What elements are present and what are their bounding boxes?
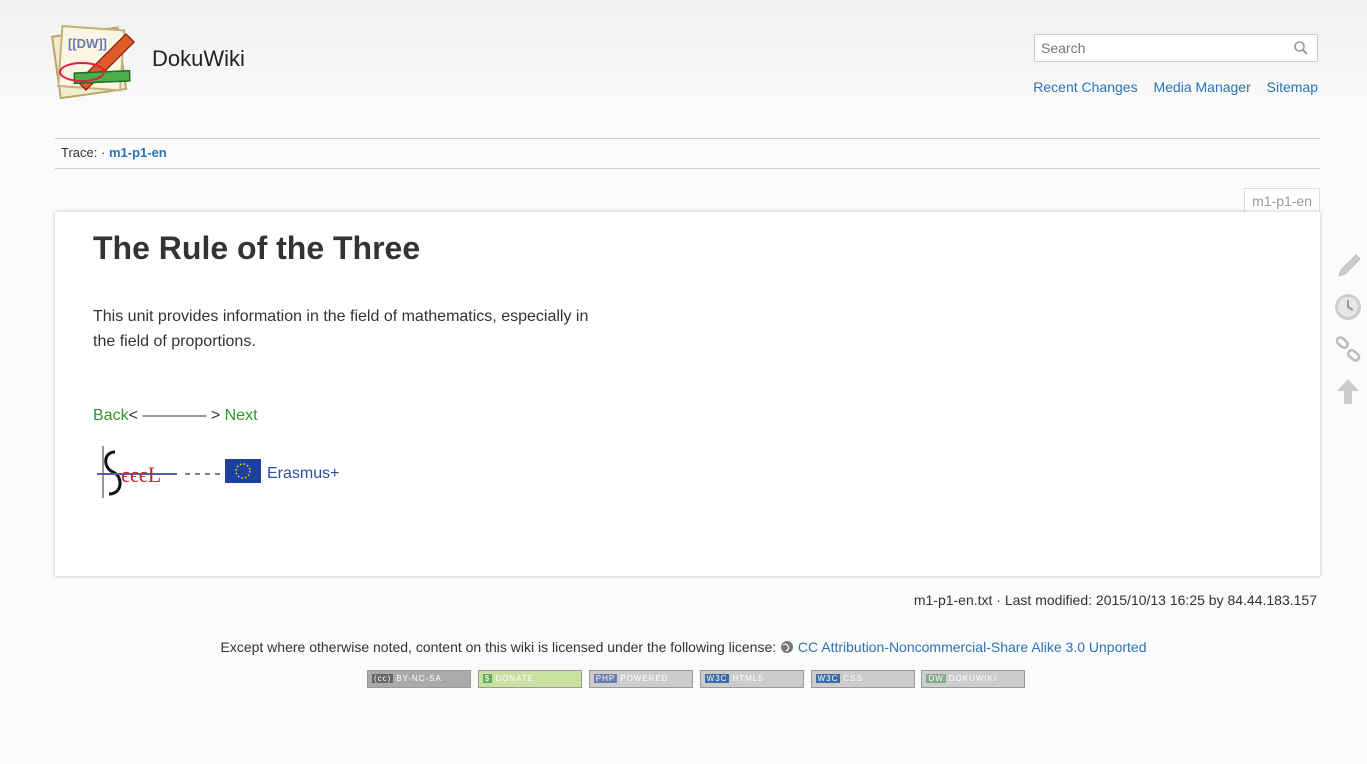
donate-badge[interactable]: $ DONATE <box>477 670 582 688</box>
breadcrumb-current-link[interactable]: m1-p1-en <box>109 145 167 160</box>
erasmus-label: Erasmus+ <box>267 465 340 482</box>
license-notice: Except where otherwise noted, content on… <box>0 639 1367 655</box>
back-link[interactable]: Back <box>93 407 129 424</box>
breadcrumb: Trace: · m1-p1-en <box>61 145 167 160</box>
svg-text:[[DW]]: [[DW]] <box>68 36 107 51</box>
nav-separator: < ———— > <box>128 407 225 424</box>
media-manager-link[interactable]: Media Manager <box>1153 79 1250 95</box>
search-box[interactable] <box>1034 34 1318 62</box>
top-links: Recent Changes Media Manager Sitemap <box>1021 79 1318 95</box>
sitemap-link[interactable]: Sitemap <box>1267 79 1318 95</box>
edit-pencil-icon[interactable] <box>1333 250 1363 280</box>
page-navigation: Back< ———— > Next <box>93 407 258 425</box>
breadcrumb-separator: · <box>100 145 106 160</box>
cc-license-badge[interactable]: (cc) BY-NC-SA <box>367 670 471 688</box>
divider <box>55 168 1320 169</box>
divider <box>55 138 1320 139</box>
license-text: Except where otherwise noted, content on… <box>220 639 777 655</box>
svg-text:ϵϵϵL: ϵϵϵL <box>121 462 161 487</box>
dokuwiki-badge[interactable]: DW DOKUWIKI <box>921 670 1026 688</box>
license-link[interactable]: CC Attribution-Noncommercial-Share Alike… <box>798 639 1147 655</box>
page-content: The Rule of the Three This unit provides… <box>55 212 1320 576</box>
page-tools <box>1333 250 1367 418</box>
footer-badges: (cc) BY-NC-SA $ DONATE PHP POWERED W3C HTML5… <box>367 670 1028 688</box>
doc-info: m1-p1-en.txt · Last modified: 2015/10/13… <box>913 592 1317 608</box>
w3c-html5-badge[interactable]: W3C HTML5 <box>699 670 804 688</box>
next-link[interactable]: Next <box>225 407 258 424</box>
recent-changes-link[interactable]: Recent Changes <box>1033 79 1137 95</box>
dokuwiki-logo-icon[interactable]: [[DW]] <box>48 22 140 100</box>
w3c-css-badge[interactable]: W3C CSS <box>810 670 915 688</box>
partner-logos: ϵϵϵL Erasmus+ <box>93 444 393 500</box>
page-intro: This unit provides information in the fi… <box>93 308 589 350</box>
page-id-tab: m1-p1-en <box>1244 188 1320 213</box>
globe-icon <box>780 639 798 655</box>
search-input[interactable] <box>1035 35 1287 61</box>
backlinks-chain-icon[interactable] <box>1333 334 1363 364</box>
php-powered-badge[interactable]: PHP POWERED <box>588 670 693 688</box>
search-icon[interactable] <box>1293 40 1309 56</box>
page-title: The Rule of the Three <box>93 230 421 266</box>
eu-flag-icon <box>225 459 261 483</box>
back-to-top-arrow-icon[interactable] <box>1333 376 1363 406</box>
history-clock-icon[interactable] <box>1333 292 1363 322</box>
site-title[interactable]: DokuWiki <box>152 46 245 72</box>
breadcrumb-label: Trace: <box>61 145 98 160</box>
